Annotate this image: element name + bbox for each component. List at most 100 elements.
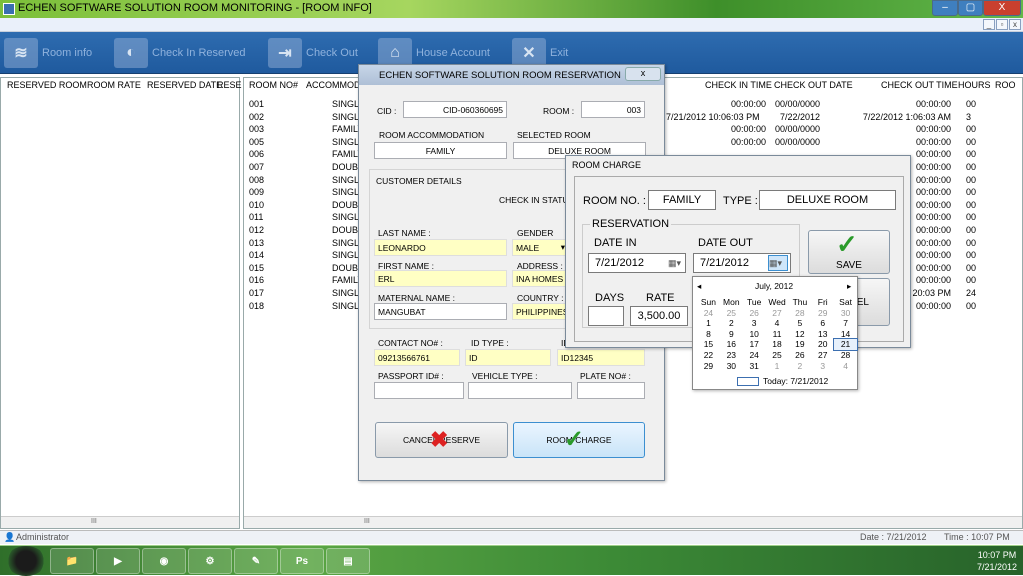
taskbar-app-button[interactable]: ✎	[234, 548, 278, 574]
calendar-day[interactable]: 3	[811, 361, 834, 372]
calendar-day[interactable]: 19	[788, 339, 811, 350]
calendar-day[interactable]: 13	[811, 329, 834, 340]
calendar-dropdown-icon[interactable]: ▦▾	[668, 254, 681, 272]
room-no-cell[interactable]: 018	[249, 300, 264, 313]
prev-month-arrow-icon[interactable]: ◂	[697, 281, 701, 292]
col-header-rese[interactable]: RESE	[217, 80, 242, 96]
room-no-cell[interactable]: 001	[249, 98, 264, 111]
date-out-picker[interactable]: 7/21/2012 ▦▾	[693, 253, 791, 273]
left-hscrollbar[interactable]: III	[1, 516, 239, 528]
check-out-time-cell[interactable]: 00:00:00	[839, 123, 951, 136]
hours-cell[interactable]: 00	[966, 136, 976, 149]
calendar-day[interactable]: 18	[766, 339, 789, 350]
calendar-day[interactable]: 26	[788, 350, 811, 361]
calendar-day[interactable]: 20	[811, 339, 834, 350]
mdi-restore-button[interactable]: ▫	[996, 19, 1008, 30]
cancel-reserve-button[interactable]: CANCEL RESERVE ✖	[375, 422, 508, 458]
check-in-time-cell[interactable]: 00:00:00	[724, 123, 766, 136]
mdi-minimize-button[interactable]: _	[983, 19, 995, 30]
room-no-cell[interactable]: 015	[249, 262, 264, 275]
hours-cell[interactable]: 00	[966, 161, 976, 174]
address-field[interactable]: INA HOMES	[512, 270, 568, 287]
calendar-day[interactable]: 25	[720, 308, 743, 319]
room-field[interactable]: 003	[581, 101, 645, 118]
check-out-date-cell[interactable]: 00/00/0000	[774, 136, 820, 149]
col-header-room-rate[interactable]: ROOM RATE	[87, 80, 141, 96]
calendar-day[interactable]: 6	[811, 318, 834, 329]
today-link[interactable]: Today: 7/21/2012	[763, 376, 828, 386]
first-name-field[interactable]: ERL	[374, 270, 507, 287]
taskbar-app-button[interactable]: Ps	[280, 548, 324, 574]
calendar-day[interactable]: 30	[834, 308, 857, 319]
calendar-day[interactable]: 29	[811, 308, 834, 319]
hours-cell[interactable]: 00	[966, 237, 976, 250]
save-button[interactable]: SAVE ✓	[808, 229, 890, 274]
calendar-day[interactable]: 5	[788, 318, 811, 329]
calendar-day[interactable]: 10	[743, 329, 766, 340]
calendar-day[interactable]: 3	[743, 318, 766, 329]
gender-select[interactable]: MALE ▾	[512, 239, 568, 256]
calendar-day[interactable]: 12	[788, 329, 811, 340]
minimize-button[interactable]: –	[932, 0, 958, 16]
calendar-day[interactable]: 16	[720, 339, 743, 350]
check-out-time-cell[interactable]: 7/22/2012 1:06:03 AM	[839, 111, 951, 124]
start-button[interactable]	[6, 546, 46, 576]
id-no-field[interactable]: ID12345	[557, 349, 645, 366]
close-button[interactable]: X	[983, 0, 1021, 16]
date-in-picker[interactable]: 7/21/2012 ▦▾	[588, 253, 686, 273]
mdi-close-button[interactable]: x	[1009, 19, 1021, 30]
taskbar-app-button[interactable]: ▤	[326, 548, 370, 574]
last-name-field[interactable]: LEONARDO	[374, 239, 507, 256]
passport-field[interactable]	[374, 382, 464, 399]
room-info-button[interactable]: ≋ Room info	[4, 36, 92, 70]
check-in-time-cell[interactable]: 00:00:00	[724, 136, 766, 149]
hours-cell[interactable]: 00	[966, 123, 976, 136]
room-no-cell[interactable]: 010	[249, 199, 264, 212]
maximize-button[interactable]: ▢	[958, 0, 983, 16]
calendar-day[interactable]: 21	[833, 338, 858, 351]
room-no-cell[interactable]: 003	[249, 123, 264, 136]
calendar-day[interactable]: 28	[834, 350, 857, 361]
maternal-name-field[interactable]: MANGUBAT	[374, 303, 507, 320]
hours-cell[interactable]: 00	[966, 98, 976, 111]
calendar-dropdown-icon[interactable]: ▦▾	[768, 255, 788, 271]
calendar-day[interactable]: 4	[834, 361, 857, 372]
next-month-arrow-icon[interactable]: ▸	[847, 281, 851, 292]
reserved-rooms-table[interactable]: RESERVED ROOM ROOM RATE RESERVED DATE RE…	[0, 77, 242, 529]
check-out-time-cell[interactable]: 00:00:00	[839, 98, 951, 111]
calendar-day[interactable]: 2	[788, 361, 811, 372]
room-no-cell[interactable]: 007	[249, 161, 264, 174]
taskbar-app-button[interactable]: ⚙	[188, 548, 232, 574]
room-no-cell[interactable]: 016	[249, 274, 264, 287]
calendar-day[interactable]: 27	[766, 308, 789, 319]
hours-cell[interactable]: 00	[966, 186, 976, 199]
calendar-day[interactable]: 28	[788, 308, 811, 319]
col-header-roo[interactable]: ROO	[995, 80, 1016, 96]
vehicle-type-field[interactable]	[468, 382, 572, 399]
hours-cell[interactable]: 00	[966, 224, 976, 237]
calendar-day[interactable]: 24	[743, 350, 766, 361]
tray-time[interactable]: 10:07 PM	[977, 549, 1017, 561]
room-charge-button[interactable]: ROOM CHARGE ✓	[513, 422, 645, 458]
calendar-day[interactable]: 4	[766, 318, 789, 329]
plate-no-field[interactable]	[577, 382, 645, 399]
room-no-cell[interactable]: 012	[249, 224, 264, 237]
country-field[interactable]: PHILIPPINES	[512, 303, 568, 320]
calendar-day[interactable]: 9	[720, 329, 743, 340]
calendar-day[interactable]: 26	[743, 308, 766, 319]
calendar-day[interactable]: 7	[834, 318, 857, 329]
calendar-day[interactable]: 22	[697, 350, 720, 361]
right-hscrollbar[interactable]: III	[244, 516, 1022, 528]
calendar-day[interactable]: 27	[811, 350, 834, 361]
check-in-time-cell[interactable]: 00:00:00	[724, 98, 766, 111]
taskbar-app-button[interactable]: ◉	[142, 548, 186, 574]
check-out-date-cell[interactable]: 7/22/2012	[774, 111, 820, 124]
calendar-month-title[interactable]: July, 2012	[755, 281, 793, 291]
room-no-cell[interactable]: 011	[249, 211, 264, 224]
contact-field[interactable]: 09213566761	[374, 349, 460, 366]
check-out-time-cell[interactable]: 00:00:00	[839, 136, 951, 149]
room-no-cell[interactable]: 017	[249, 287, 264, 300]
hours-cell[interactable]: 00	[966, 148, 976, 161]
calendar-day[interactable]: 2	[720, 318, 743, 329]
hours-cell[interactable]: 00	[966, 249, 976, 262]
